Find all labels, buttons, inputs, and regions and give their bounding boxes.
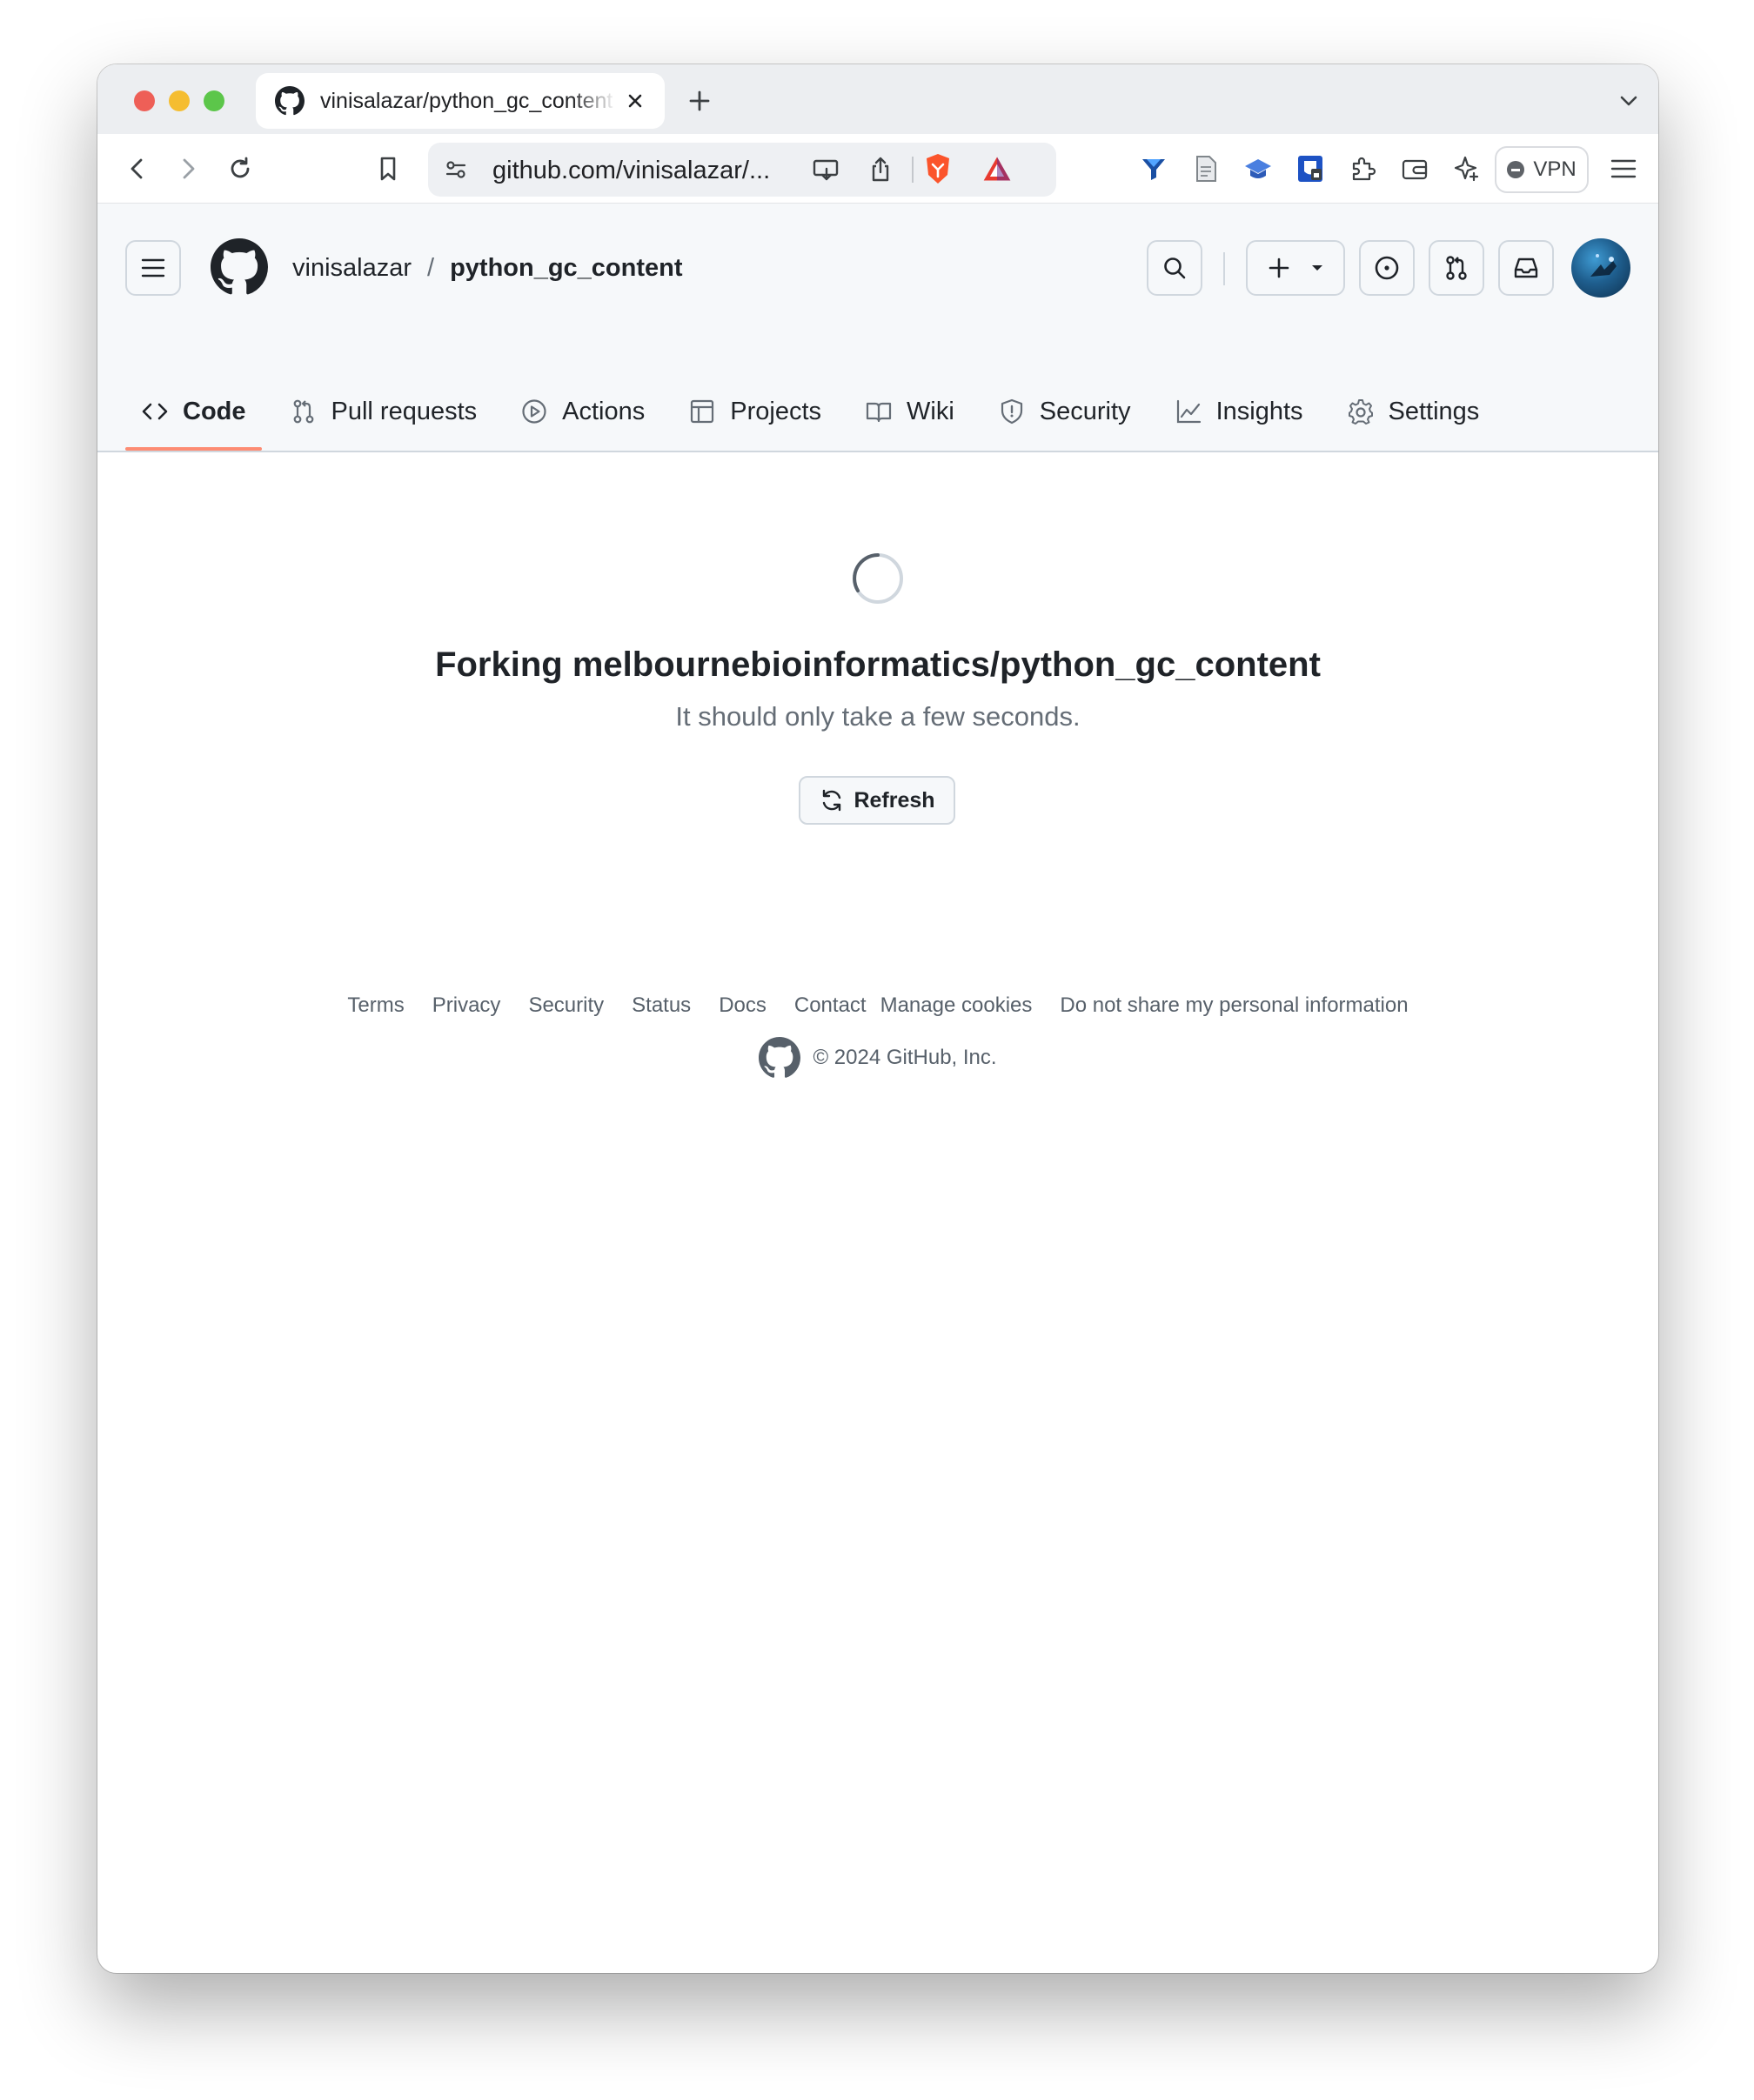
leo-ai-icon[interactable] <box>1451 153 1483 184</box>
close-window-button[interactable] <box>134 90 155 111</box>
refresh-button[interactable]: Refresh <box>799 776 955 825</box>
browser-tab-active[interactable]: vinisalazar/python_gc_content <box>256 73 665 129</box>
github-favicon-icon <box>275 86 305 116</box>
tab-insights-label: Insights <box>1215 397 1303 425</box>
footer-link-do-not-share[interactable]: Do not share my personal information <box>1060 993 1408 1018</box>
create-new-button[interactable] <box>1246 240 1345 296</box>
tab-strip: vinisalazar/python_gc_content <box>97 64 1658 134</box>
forward-icon[interactable] <box>172 153 204 184</box>
vpn-status-icon <box>1507 161 1525 178</box>
extensions-puzzle-icon[interactable] <box>1347 153 1378 184</box>
extension-bitwarden-icon[interactable] <box>1295 153 1326 184</box>
footer-link-status[interactable]: Status <box>632 993 691 1018</box>
tab-actions-label: Actions <box>562 397 646 425</box>
browser-window: vinisalazar / python_gc_content github.com… <box>97 64 1658 1973</box>
play-icon <box>520 398 548 425</box>
tab-list-chevron-down-icon[interactable] <box>1617 90 1641 111</box>
breadcrumb-separator: / <box>427 254 435 282</box>
github-logo-icon[interactable] <box>211 238 268 296</box>
global-menu-button[interactable] <box>125 240 181 296</box>
footer-copyright: © 2024 GitHub, Inc. <box>97 1037 1658 1079</box>
search-icon <box>1162 255 1188 281</box>
extension-graduation-cap-icon[interactable] <box>1242 153 1274 184</box>
tab-insights[interactable]: Insights <box>1159 386 1319 437</box>
code-icon <box>141 398 169 425</box>
tab-wiki[interactable]: Wiki <box>849 386 970 437</box>
tab-settings-label: Settings <box>1388 397 1480 425</box>
pull-requests-button[interactable] <box>1429 240 1484 296</box>
tab-security-label: Security <box>1039 397 1131 425</box>
search-button[interactable] <box>1147 240 1202 296</box>
brave-shields-icon[interactable] <box>922 153 954 184</box>
header-divider <box>1223 252 1225 285</box>
inbox-button[interactable] <box>1498 240 1554 296</box>
reload-icon[interactable] <box>224 153 256 184</box>
tab-wiki-label: Wiki <box>907 397 954 425</box>
site-settings-icon[interactable] <box>440 154 472 185</box>
tab-code[interactable]: Code <box>125 386 262 451</box>
footer-link-docs[interactable]: Docs <box>719 993 767 1018</box>
repo-name-link[interactable]: python_gc_content <box>450 254 682 283</box>
tab-pull-requests-label: Pull requests <box>331 397 478 425</box>
new-tab-icon[interactable] <box>686 87 713 115</box>
footer-link-security[interactable]: Security <box>528 993 604 1018</box>
gear-icon <box>1347 398 1375 425</box>
vpn-label: VPN <box>1533 157 1577 181</box>
table-icon <box>688 398 716 425</box>
address-bar[interactable]: github.com/vinisalazar/... <box>428 143 1056 197</box>
repo-owner-link[interactable]: vinisalazar <box>292 254 412 283</box>
avatar[interactable] <box>1571 238 1630 298</box>
tab-title: vinisalazar/python_gc_content <box>320 88 613 113</box>
share-icon[interactable] <box>865 154 896 185</box>
book-icon <box>865 398 893 425</box>
extension-filter-icon[interactable] <box>1138 153 1169 184</box>
caret-down-icon <box>1310 263 1324 273</box>
footer-link-privacy[interactable]: Privacy <box>432 993 501 1018</box>
tab-settings[interactable]: Settings <box>1331 386 1496 437</box>
tab-pull-requests[interactable]: Pull requests <box>274 386 493 437</box>
footer-link-terms[interactable]: Terms <box>347 993 404 1018</box>
issue-opened-icon <box>1373 254 1401 282</box>
inbox-icon <box>1512 254 1540 282</box>
footer-github-logo-icon[interactable] <box>759 1037 801 1079</box>
issues-button[interactable] <box>1359 240 1415 296</box>
tab-code-label: Code <box>183 397 246 425</box>
repo-nav: Code Pull requests Actions Projects Wiki… <box>125 386 1507 451</box>
tab-actions[interactable]: Actions <box>505 386 660 437</box>
tab-security[interactable]: Security <box>982 386 1147 437</box>
shield-icon <box>998 398 1026 425</box>
sync-icon <box>819 787 845 813</box>
browser-toolbar: github.com/vinisalazar/... VPN <box>97 134 1658 204</box>
maximize-window-button[interactable] <box>204 90 224 111</box>
bookmark-icon[interactable] <box>372 153 404 184</box>
url-divider <box>912 157 914 183</box>
github-header: vinisalazar / python_gc_content Code Pul… <box>97 204 1658 452</box>
pull-request-icon <box>290 398 318 425</box>
page-title: Forking melbournebioinformatics/python_g… <box>435 645 1321 684</box>
brave-rewards-icon[interactable] <box>981 153 1013 184</box>
tab-projects[interactable]: Projects <box>673 386 837 437</box>
minimize-window-button[interactable] <box>169 90 190 111</box>
back-icon[interactable] <box>122 153 153 184</box>
wallet-icon[interactable] <box>1399 153 1430 184</box>
footer-link-manage-cookies[interactable]: Manage cookies <box>880 993 1033 1018</box>
footer-link-contact[interactable]: Contact <box>794 993 867 1018</box>
cast-icon[interactable] <box>811 154 842 185</box>
copyright-text: © 2024 GitHub, Inc. <box>813 1046 997 1069</box>
hamburger-icon <box>140 257 166 279</box>
vpn-button[interactable]: VPN <box>1495 146 1589 193</box>
graph-icon <box>1175 398 1202 425</box>
footer-links: Terms Privacy Security Status Docs Conta… <box>97 993 1658 1018</box>
browser-menu-icon[interactable] <box>1608 153 1639 184</box>
page-subtitle: It should only take a few seconds. <box>675 701 1081 732</box>
git-pull-request-icon <box>1443 254 1470 282</box>
extension-document-icon[interactable] <box>1190 153 1222 184</box>
breadcrumb: vinisalazar / python_gc_content <box>292 254 683 283</box>
url-text: github.com/vinisalazar/... <box>492 157 771 184</box>
tab-projects-label: Projects <box>730 397 822 425</box>
close-tab-icon[interactable] <box>625 90 646 111</box>
refresh-button-label: Refresh <box>854 787 935 813</box>
plus-icon <box>1267 256 1291 280</box>
loading-spinner-icon <box>851 552 905 605</box>
